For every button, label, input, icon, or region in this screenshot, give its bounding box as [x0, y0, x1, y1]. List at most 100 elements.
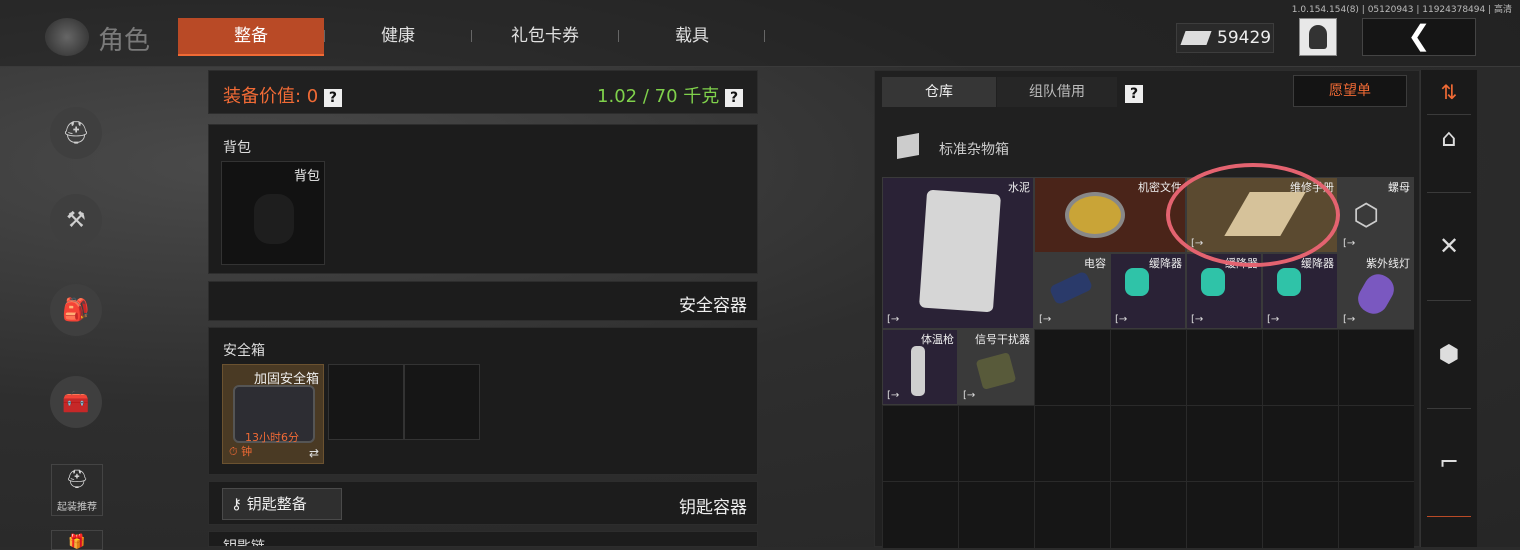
transfer-icon[interactable]: [→ — [963, 390, 975, 401]
item-descender[interactable]: 缓降器 [→ — [1110, 253, 1186, 329]
box-icon — [897, 133, 919, 159]
loadout-recommend-button[interactable]: ⛑ 起装推荐 — [51, 464, 103, 516]
gift-icon: 🎁 — [68, 534, 86, 550]
tab-health[interactable]: 健康 — [328, 18, 468, 54]
gift-button[interactable]: 🎁 — [51, 530, 103, 550]
item-uv-lamp[interactable]: 紫外线灯 [→ — [1338, 253, 1414, 329]
help-icon[interactable]: ? — [1125, 83, 1143, 103]
transfer-icon[interactable]: [→ — [1267, 314, 1279, 325]
tab-equip[interactable]: 整备 — [178, 18, 324, 56]
transfer-icon[interactable]: [→ — [1039, 314, 1051, 325]
right-rail: ⇅ ⌂ ✕ ⬢ ⌐ — [1420, 70, 1477, 547]
item-name: 缓降器 — [1149, 257, 1182, 270]
backpack-section: 背包 背包 — [208, 124, 758, 274]
item-name: 紫外线灯 — [1366, 257, 1410, 270]
rifle-icon[interactable]: ⌐ — [1433, 446, 1465, 478]
toolbox-icon[interactable]: 🧰 — [50, 376, 102, 428]
item-capacitor[interactable]: 电容 [→ — [1034, 253, 1110, 329]
warehouse-panel: 仓库 组队借用 ? 愿望单 标准杂物箱 水泥 [→ 机密文件 维修手册 [→ 螺… — [874, 70, 1420, 548]
backpack-slot[interactable]: 背包 — [221, 161, 325, 265]
safe-box-empty-slot[interactable] — [404, 364, 480, 440]
item-nut[interactable]: 螺母 ⬡ [→ — [1338, 177, 1414, 253]
home-icon[interactable]: ⌂ — [1433, 122, 1465, 154]
tab-divider — [764, 30, 765, 42]
disc-icon — [1065, 192, 1125, 238]
equipment-value-label: 装备价值: 0 — [223, 86, 319, 107]
transfer-icon[interactable]: [→ — [887, 314, 899, 325]
help-icon[interactable]: ? — [725, 89, 743, 107]
cement-bag-icon — [918, 189, 1002, 313]
key-loadout-button[interactable]: ⚷ 钥匙整备 — [222, 488, 342, 520]
item-signal-jammer[interactable]: 信号干扰器 [→ — [958, 329, 1034, 405]
helmet-icon: ⛑ — [65, 469, 89, 490]
tab-divider — [471, 30, 472, 42]
item-secret-documents[interactable]: 机密文件 — [1034, 177, 1186, 253]
warehouse-grid[interactable]: 水泥 [→ 机密文件 维修手册 [→ 螺母 ⬡ [→ 电容 [→ 缓降器 [→ … — [882, 163, 1414, 548]
highlight-circle — [1166, 163, 1340, 267]
transfer-icon[interactable]: [→ — [1191, 314, 1203, 325]
loadout-recommend-label: 起装推荐 — [57, 502, 97, 513]
transfer-icon[interactable]: [→ — [887, 390, 899, 401]
safe-box-section: 安全箱 加固安全箱 13小时6分 ⏱ 钟 ⇄ — [208, 327, 758, 475]
box-icon[interactable]: ⬢ — [1433, 338, 1465, 370]
tab-vehicle[interactable]: 载具 — [622, 18, 762, 54]
currency-amount: 59429 — [1217, 28, 1272, 48]
backpack-icon[interactable]: 🎒 — [50, 284, 102, 336]
version-label: 1.0.154.154(8) | 05120943 | 11924378494 … — [1291, 5, 1512, 15]
cash-icon — [1180, 31, 1212, 45]
safe-box-timer-unit: ⏱ 钟 — [229, 445, 253, 458]
key-container-header: ⚷ 钥匙整备 钥匙容器 — [208, 481, 758, 525]
tab-warehouse[interactable]: 仓库 — [882, 77, 996, 107]
tab-coupons[interactable]: 礼包卡券 — [474, 18, 616, 54]
currency-display[interactable]: 59429 — [1176, 23, 1274, 53]
tab-divider — [324, 30, 325, 42]
safe-container-header: 安全容器 — [208, 281, 758, 321]
safe-box-empty-slot[interactable] — [328, 364, 404, 440]
backpack-section-title: 背包 — [223, 140, 251, 156]
tab-team-borrow[interactable]: 组队借用 — [997, 77, 1117, 107]
safe-container-title: 安全容器 — [679, 296, 747, 316]
descender-icon — [1125, 268, 1149, 296]
equipment-summary: 装备价值: 0 ? 1.02 / 70 千克 ? — [208, 70, 758, 114]
rail-divider — [1427, 300, 1471, 301]
safe-box-timer: 13小时6分 — [245, 431, 299, 444]
avatar-button[interactable] — [1299, 18, 1337, 56]
swap-icon[interactable]: ⇄ — [309, 446, 319, 460]
nut-icon: ⬡ — [1353, 198, 1380, 233]
item-thermometer[interactable]: 体温枪 [→ — [882, 329, 958, 405]
uv-lamp-icon — [1353, 269, 1399, 319]
weight-label: 1.02 / 70 千克 — [597, 86, 720, 107]
sort-icon[interactable]: ⇅ — [1433, 76, 1465, 108]
top-bar: 1.0.154.154(8) | 05120943 | 11924378494 … — [0, 0, 1520, 67]
key-icon: ⚷ — [231, 495, 242, 513]
item-name: 缓降器 — [1301, 257, 1334, 270]
capacitor-icon — [1048, 270, 1094, 306]
descender-icon — [1201, 268, 1225, 296]
logo-icon — [45, 18, 89, 56]
wishlist-button[interactable]: 愿望单 — [1293, 75, 1407, 107]
item-name: 水泥 — [1008, 181, 1030, 194]
keychain-section-title: 钥匙链 — [223, 539, 265, 547]
transfer-icon[interactable]: [→ — [1343, 238, 1355, 249]
safe-box-slot[interactable]: 加固安全箱 13小时6分 ⏱ 钟 ⇄ — [222, 364, 324, 464]
transfer-icon[interactable]: [→ — [1343, 314, 1355, 325]
item-name: 电容 — [1084, 257, 1106, 270]
help-icon[interactable]: ? — [323, 89, 342, 107]
back-button[interactable]: ❮ — [1362, 18, 1476, 56]
fork-knife-icon[interactable]: ✕ — [1433, 230, 1465, 262]
container-label: 标准杂物箱 — [939, 142, 1009, 158]
item-name: 螺母 — [1388, 181, 1410, 194]
page-title: 角色 — [98, 26, 151, 56]
key-container-title: 钥匙容器 — [679, 498, 747, 518]
rail-divider — [1427, 114, 1471, 115]
helmet-gun-icon[interactable]: ⛑ — [50, 107, 102, 159]
transfer-icon[interactable]: [→ — [1115, 314, 1127, 325]
rail-divider — [1427, 192, 1471, 193]
item-cement[interactable]: 水泥 [→ — [882, 177, 1034, 329]
thermometer-icon — [911, 346, 925, 396]
item-name: 信号干扰器 — [975, 333, 1030, 346]
gear-bundle-icon[interactable]: ⚒ — [50, 194, 102, 246]
descender-icon — [1277, 268, 1301, 296]
jammer-icon — [975, 352, 1017, 390]
key-loadout-label: 钥匙整备 — [246, 495, 307, 513]
